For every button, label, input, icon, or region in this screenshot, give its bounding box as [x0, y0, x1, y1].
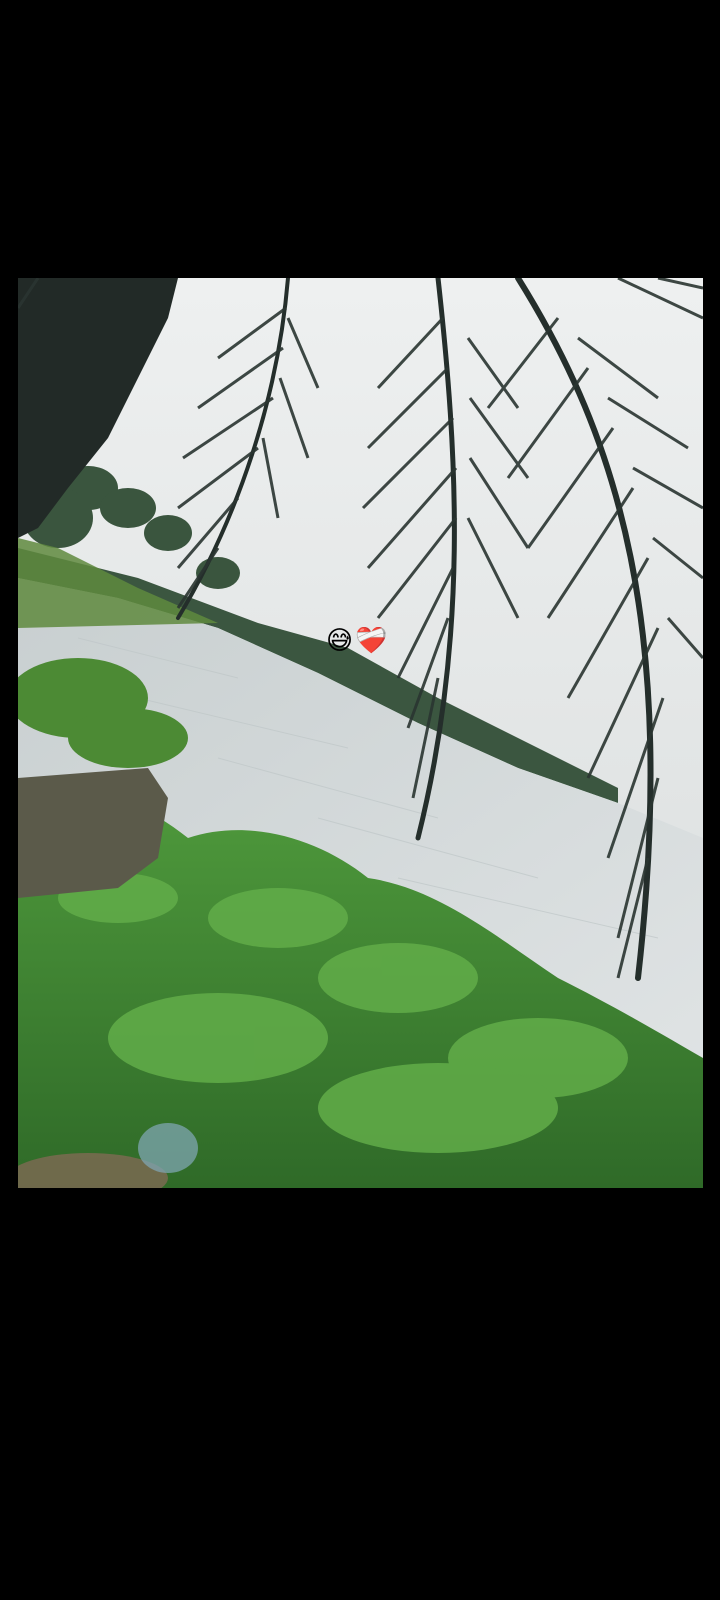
sweat-smile-emoji: 😅	[326, 626, 354, 656]
video-frame[interactable]: 😅 ❤️‍🩹	[18, 278, 703, 1188]
landscape-photo	[18, 278, 703, 1188]
emoji-sticker: 😅 ❤️‍🩹	[326, 624, 387, 658]
mending-heart-emoji: ❤️‍🩹	[355, 626, 388, 656]
plastic-bottle	[138, 1123, 198, 1173]
video-viewer-screen[interactable]: 😅 ❤️‍🩹	[0, 0, 720, 1600]
